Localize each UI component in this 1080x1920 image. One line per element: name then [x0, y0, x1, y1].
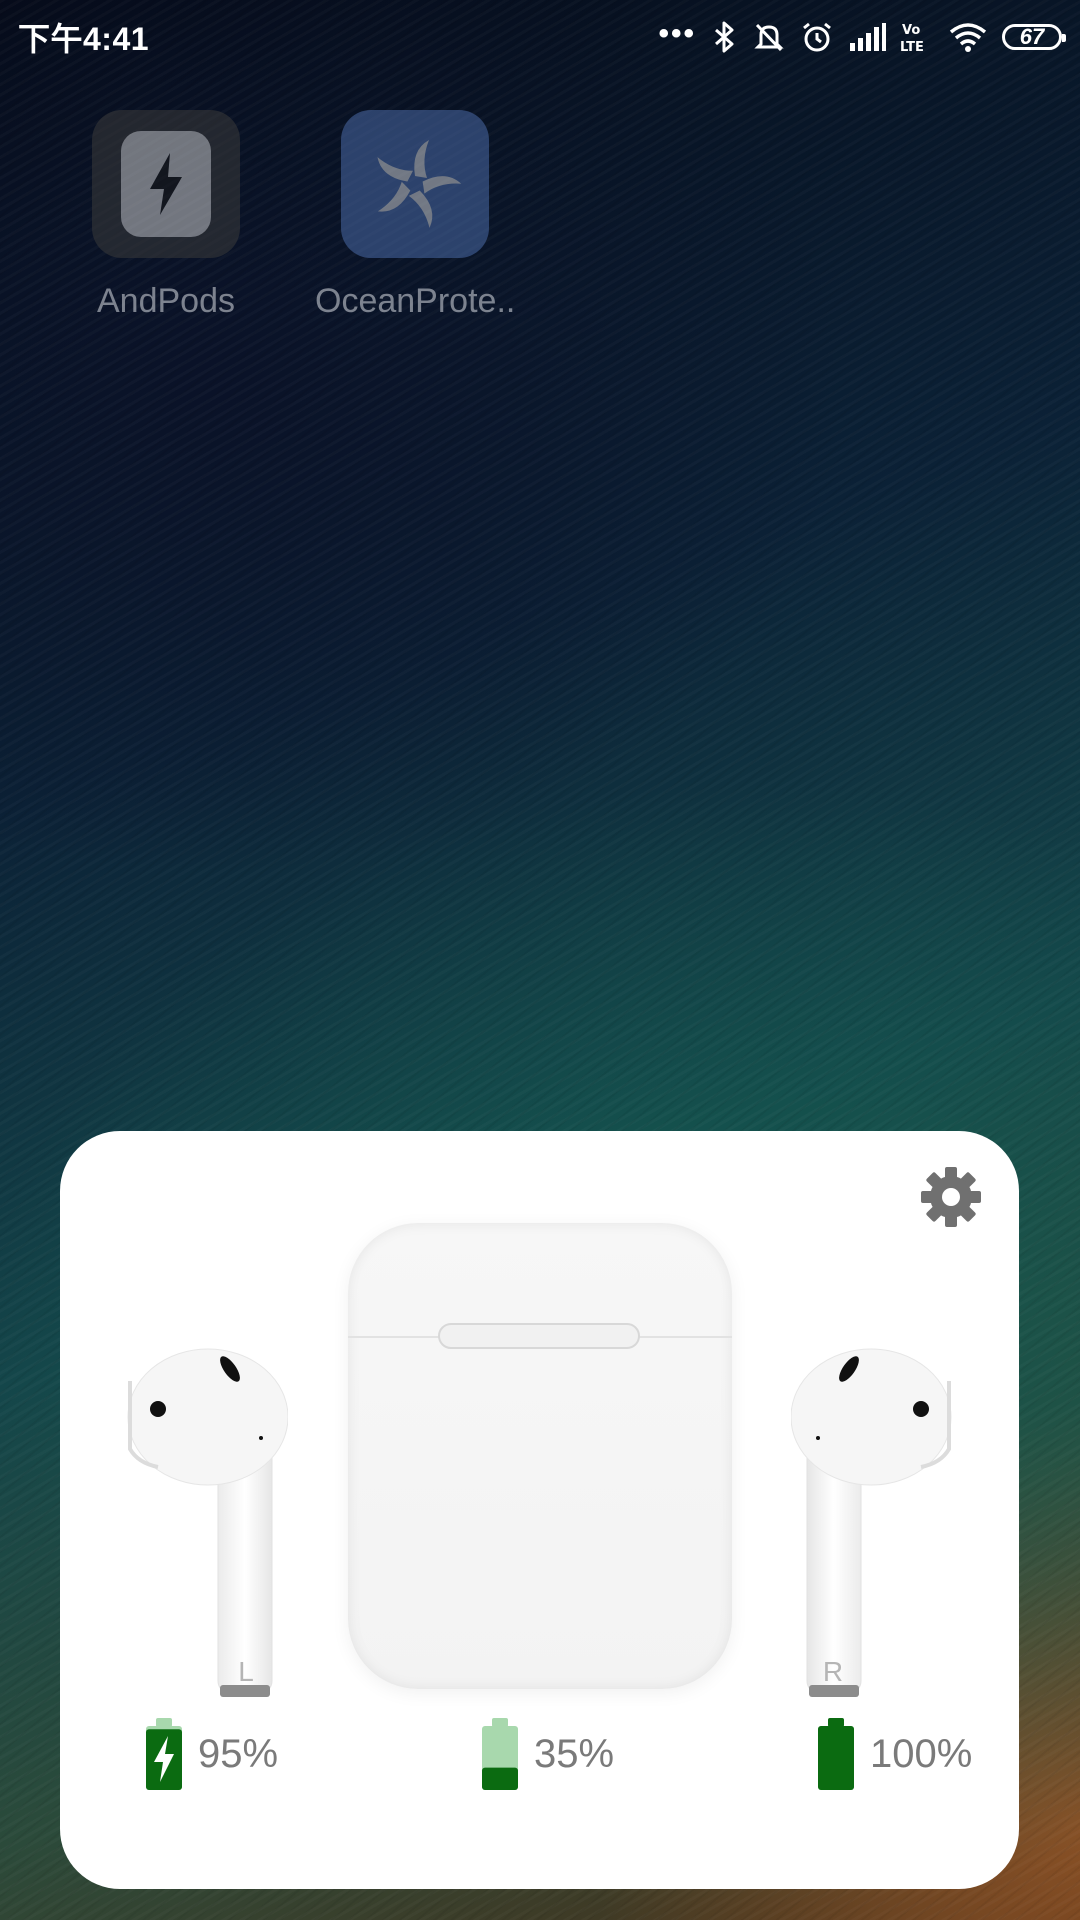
andpods-app-icon — [92, 110, 240, 258]
charging-case-image — [348, 1223, 732, 1689]
case-battery-percent: 35% — [534, 1731, 615, 1776]
overflow-dots-icon: ••• — [658, 17, 696, 50]
case-battery: 35% — [480, 1716, 614, 1792]
signal-icon — [850, 23, 886, 51]
lightning-icon — [150, 153, 182, 215]
battery-icon — [482, 1718, 518, 1790]
left-pod-battery-percent: 95% — [198, 1731, 279, 1776]
bluetooth-icon — [715, 21, 734, 53]
app-label: OceanProte.. — [315, 282, 516, 320]
battery-full-icon — [818, 1718, 854, 1790]
right-pod-battery-percent: 100% — [870, 1731, 973, 1776]
status-time: 下午4:41 — [18, 21, 150, 57]
status-battery-icon: 67 — [1002, 24, 1066, 50]
right-airpod-image: R — [791, 1348, 952, 1697]
svg-text:LTE: LTE — [900, 40, 924, 53]
left-pod-battery: 95% — [144, 1716, 278, 1792]
app-label: AndPods — [97, 282, 235, 320]
right-pod-battery: 100% — [816, 1716, 972, 1792]
app-oceanprotect[interactable]: OceanProte.. — [315, 110, 515, 321]
case-hinge — [438, 1323, 640, 1349]
right-pod-side-label: R — [823, 1656, 843, 1687]
app-andpods[interactable]: AndPods — [66, 110, 266, 321]
battery-charging-icon — [146, 1718, 182, 1790]
oceanprotect-app-icon — [341, 110, 489, 258]
status-icons: ••• Vo LTE 67 — [658, 17, 1066, 54]
left-airpod-image: L — [127, 1348, 288, 1697]
left-pod-side-label: L — [238, 1656, 254, 1687]
alarm-icon — [803, 22, 831, 52]
mute-bell-icon — [754, 23, 784, 52]
volte-icon: Vo LTE — [900, 23, 924, 53]
wifi-icon — [949, 23, 987, 52]
pinwheel-icon — [377, 140, 462, 228]
svg-text:Vo: Vo — [902, 23, 920, 38]
airpods-battery-popup: L R 95% 35% 100% — [60, 1131, 1019, 1889]
gear-icon[interactable] — [919, 1165, 983, 1229]
status-battery-level: 67 — [1019, 24, 1045, 49]
status-bar: 下午4:41 ••• Vo LTE 67 — [0, 0, 1080, 74]
